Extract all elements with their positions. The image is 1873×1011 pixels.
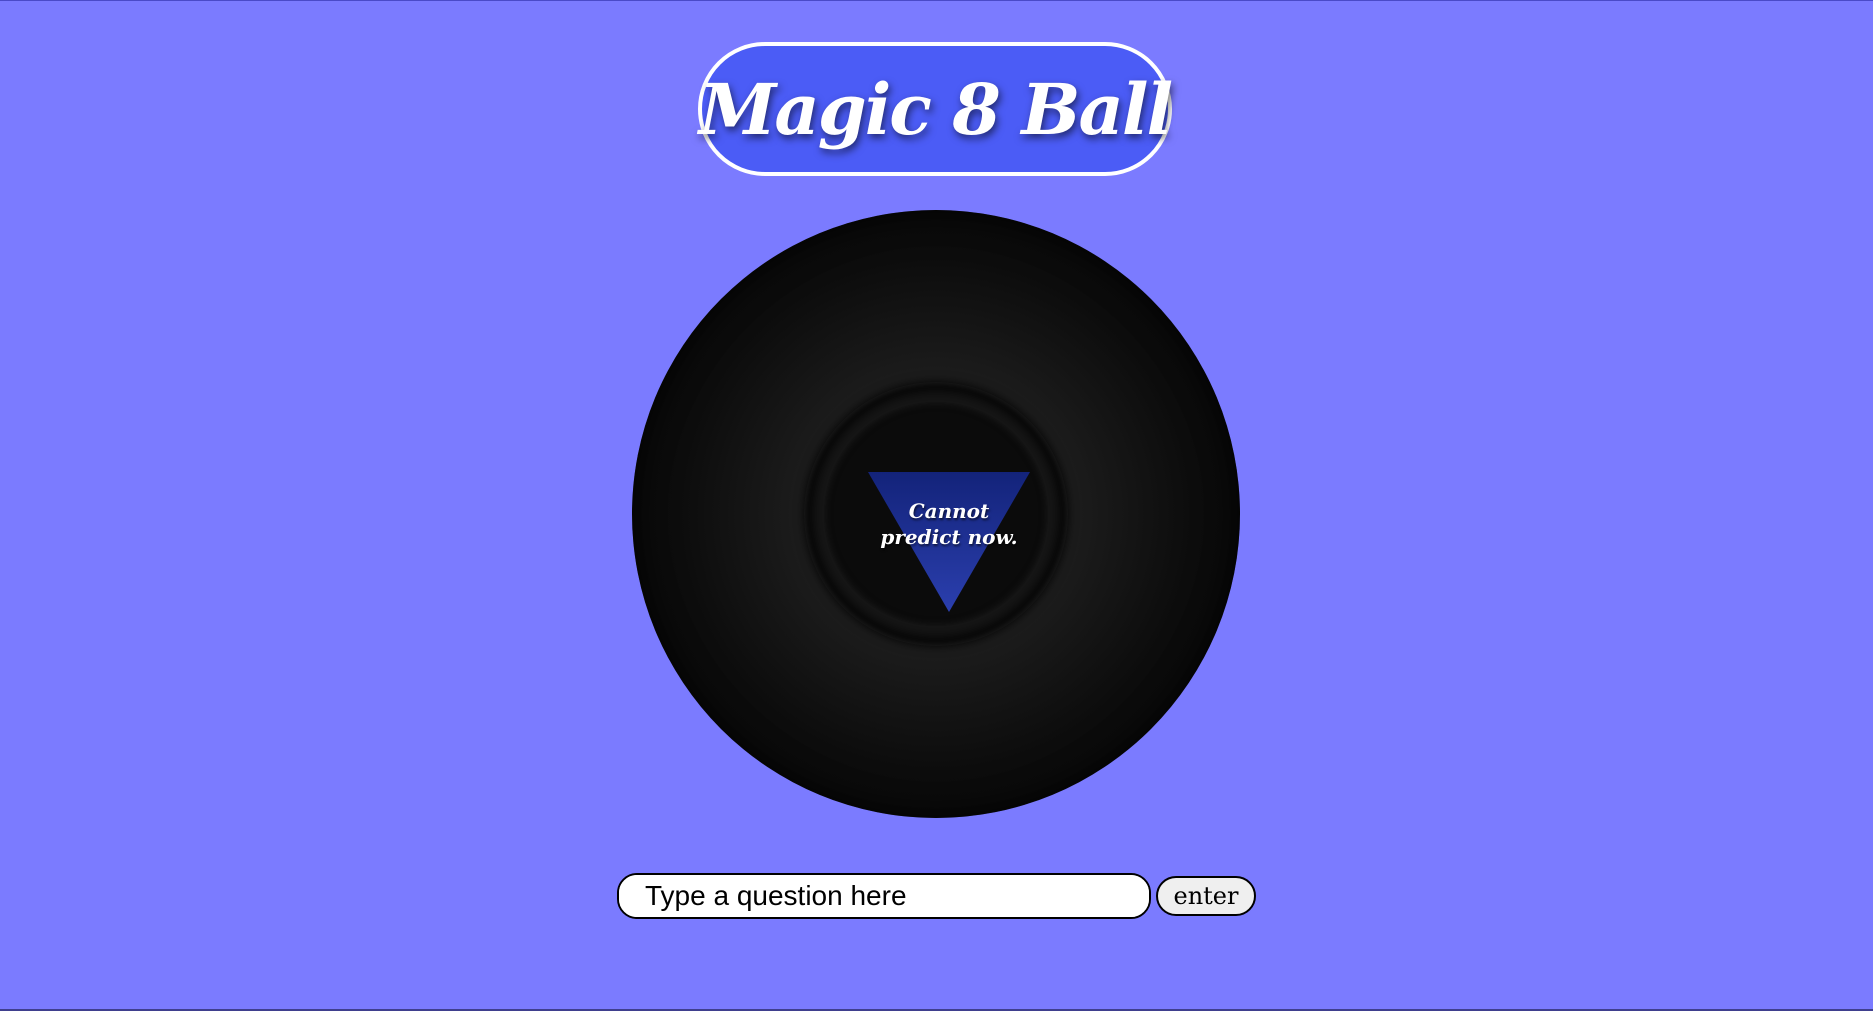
enter-button[interactable]: enter <box>1156 876 1256 916</box>
answer-window-ring: Cannot predict now. <box>812 390 1060 638</box>
answer-window: Cannot predict now. <box>804 382 1068 646</box>
answer-text: Cannot predict now. <box>880 499 1018 549</box>
magic-8-ball[interactable]: Cannot predict now. <box>632 210 1240 818</box>
answer-window-inner: Cannot predict now. <box>824 402 1048 626</box>
page-title: Magic 8 Ball <box>698 67 1173 151</box>
question-form: enter <box>617 872 1256 920</box>
question-input[interactable] <box>617 873 1151 919</box>
title-banner: Magic 8 Ball <box>698 42 1173 176</box>
